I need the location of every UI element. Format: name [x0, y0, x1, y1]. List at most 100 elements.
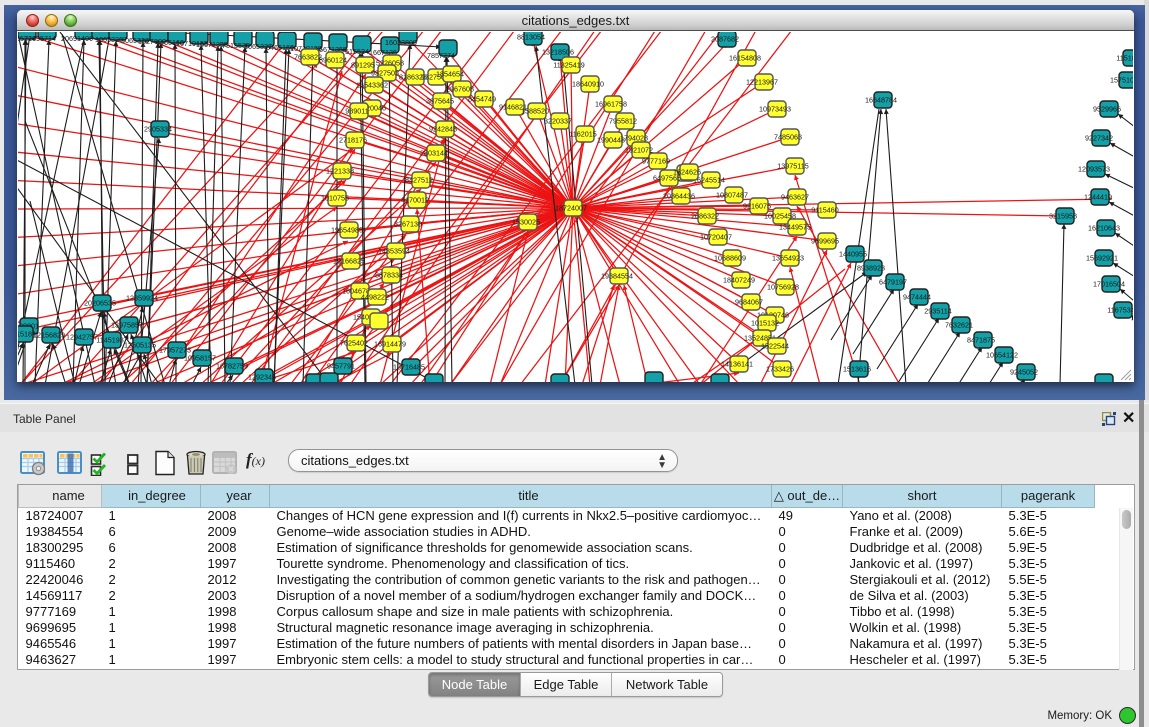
svg-text:13975115: 13975115	[777, 162, 808, 171]
svg-text:1794028: 1794028	[620, 134, 648, 143]
svg-text:7663822: 7663822	[294, 53, 322, 62]
svg-text:1440955: 1440955	[839, 250, 867, 259]
svg-text:1513616: 1513616	[843, 365, 871, 374]
svg-text:9216075: 9216075	[743, 202, 771, 211]
svg-text:8878334: 8878334	[375, 271, 403, 280]
svg-text:17016504: 17016504	[1093, 280, 1125, 289]
svg-text:20364436: 20364436	[663, 192, 695, 201]
svg-text:8813054: 8813054	[517, 33, 545, 42]
svg-text:16961758: 16961758	[595, 100, 627, 109]
svg-text:19166825: 19166825	[333, 257, 365, 266]
svg-text:10688609: 10688609	[714, 254, 746, 263]
svg-text:16210643: 16210643	[1088, 224, 1120, 233]
svg-text:9327503: 9327503	[371, 69, 399, 78]
svg-text:1292346: 1292346	[248, 373, 276, 382]
svg-text:12156829: 12156829	[33, 331, 65, 340]
svg-text:2086322: 2086322	[691, 212, 719, 221]
svg-text:12942757: 12942757	[66, 333, 98, 342]
svg-text:1854654: 1854654	[436, 70, 464, 79]
svg-text:8471875: 8471875	[967, 336, 995, 345]
svg-text:8427512: 8427512	[405, 176, 433, 185]
svg-text:989011: 989011	[345, 107, 368, 116]
svg-text:9245052: 9245052	[1010, 368, 1038, 377]
svg-text:9474444: 9474444	[903, 293, 931, 302]
svg-text:16648784: 16648784	[865, 96, 897, 105]
svg-text:1145193: 1145193	[96, 336, 123, 345]
svg-text:1921072: 1921072	[625, 146, 653, 155]
svg-text:2718176: 2718176	[339, 136, 367, 145]
svg-text:9684067: 9684067	[735, 298, 763, 307]
svg-text:1624626: 1624626	[673, 168, 701, 177]
svg-text:1733426: 1733426	[766, 365, 794, 374]
svg-text:4498222: 4498222	[361, 293, 389, 302]
svg-text:13716485: 13716485	[393, 363, 425, 372]
svg-text:22055714: 22055714	[24, 34, 56, 43]
svg-text:12093573: 12093573	[1078, 165, 1110, 174]
svg-text:9777169: 9777169	[642, 157, 670, 166]
svg-text:3875645: 3875645	[426, 97, 454, 106]
svg-text:20206535: 20206535	[84, 299, 116, 308]
svg-text:16033809: 16033809	[385, 38, 417, 47]
svg-text:9699695: 9699695	[811, 237, 839, 246]
svg-text:7955812: 7955812	[609, 117, 637, 126]
svg-text:10973493: 10973493	[759, 105, 791, 114]
svg-text:13449575: 13449575	[779, 223, 811, 232]
svg-text:16782759: 16782759	[216, 362, 248, 371]
svg-text:7632621: 7632621	[945, 321, 973, 330]
svg-text:6479197: 6479197	[879, 278, 907, 287]
svg-text:14353594: 14353594	[378, 247, 410, 256]
svg-text:1530025: 1530025	[512, 218, 540, 227]
svg-text:19654985: 19654985	[331, 226, 363, 235]
svg-text:15692921: 15692921	[1086, 254, 1118, 263]
svg-text:1151876: 1151876	[1116, 54, 1133, 63]
svg-text:12213967: 12213967	[746, 78, 778, 87]
svg-text:7625402: 7625402	[340, 339, 368, 348]
svg-text:14136141: 14136141	[721, 360, 753, 369]
svg-text:2905334: 2905334	[144, 125, 172, 134]
svg-text:18407249: 18407249	[723, 276, 755, 285]
svg-text:8454749: 8454749	[468, 95, 496, 104]
svg-text:8960124: 8960124	[319, 56, 347, 65]
svg-text:4170012: 4170012	[401, 196, 429, 205]
svg-text:12359924: 12359924	[126, 294, 158, 303]
svg-text:10807487: 10807487	[716, 191, 748, 200]
svg-text:13218506: 13218506	[542, 48, 574, 57]
svg-text:20691406: 20691406	[61, 34, 93, 43]
svg-text:1162015: 1162015	[569, 130, 596, 139]
svg-text:1244419: 1244419	[1084, 193, 1112, 202]
svg-text:9242848: 9242848	[429, 125, 457, 134]
svg-text:1167534: 1167534	[1107, 306, 1133, 315]
svg-text:9227342: 9227342	[1085, 134, 1113, 143]
svg-text:1010755: 1010755	[321, 194, 349, 203]
svg-text:2803144: 2803144	[420, 149, 448, 158]
svg-text:1522544: 1522544	[761, 342, 789, 351]
svg-text:8938923: 8938923	[857, 264, 885, 273]
svg-text:3215958: 3215958	[1049, 212, 1077, 221]
svg-text:1015132: 1015132	[751, 319, 779, 328]
svg-text:2935114: 2935114	[924, 307, 951, 316]
svg-text:3267130: 3267130	[394, 220, 422, 229]
svg-text:9457791: 9457791	[327, 362, 355, 371]
svg-text:16154808: 16154808	[729, 54, 761, 63]
svg-text:7857274: 7857274	[427, 51, 455, 60]
svg-text:11325419: 11325419	[553, 61, 584, 70]
svg-text:1588520: 1588520	[521, 107, 549, 116]
svg-text:10720407: 10720407	[700, 233, 732, 242]
svg-text:3220337: 3220337	[544, 117, 572, 126]
svg-text:16543362: 16543362	[356, 81, 388, 90]
svg-text:10654122: 10654122	[986, 351, 1018, 360]
svg-text:13975857: 13975857	[111, 321, 143, 330]
svg-text:7485063: 7485063	[774, 133, 802, 142]
svg-text:2967608: 2967608	[446, 85, 474, 94]
svg-text:1221338: 1221338	[326, 167, 354, 176]
svg-text:18724007: 18724007	[555, 204, 587, 213]
svg-text:9463627: 9463627	[781, 193, 809, 202]
svg-text:9115460: 9115460	[811, 206, 838, 215]
svg-text:10756928: 10756928	[767, 283, 799, 292]
svg-text:19384554: 19384554	[601, 272, 633, 281]
svg-text:12505135: 12505135	[124, 341, 156, 350]
svg-text:9529966: 9529966	[1093, 105, 1121, 114]
svg-text:15751074: 15751074	[1110, 76, 1133, 85]
svg-text:18640910: 18640910	[572, 80, 604, 89]
svg-text:13654923: 13654923	[772, 254, 804, 263]
